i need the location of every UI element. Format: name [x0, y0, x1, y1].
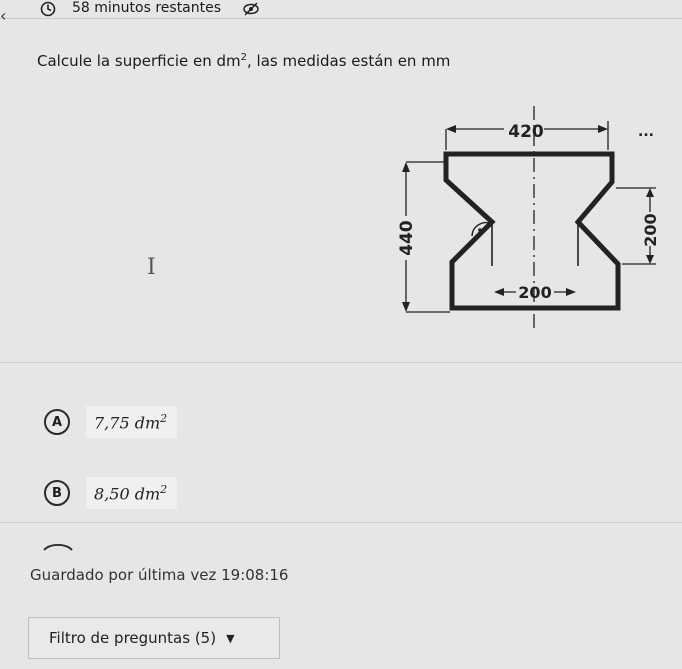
- option-b-value[interactable]: 8,50 dm2: [86, 477, 178, 510]
- eye-off-icon[interactable]: [242, 1, 260, 17]
- option-b-letter[interactable]: B: [44, 480, 70, 507]
- dim-bottom-label: 200: [518, 283, 551, 302]
- dim-right-label: 200: [641, 213, 660, 246]
- question-prefix: Calcule la superficie en dm: [37, 52, 241, 70]
- last-saved: Guardado por última vez 19:08:16: [30, 566, 288, 584]
- dim-top-label: 420: [508, 122, 544, 142]
- option-a-value[interactable]: 7,75 dm2: [86, 406, 178, 439]
- dim-left-label: 440: [397, 220, 417, 256]
- divider: [0, 362, 682, 363]
- option-a[interactable]: A 7,75 dm2: [44, 406, 178, 439]
- text-cursor-icon: I: [147, 255, 156, 280]
- saved-time: 19:08:16: [221, 566, 289, 584]
- section-figure: 420 ... 440 200 200: [397, 106, 660, 328]
- option-b[interactable]: B 8,50 dm2: [44, 477, 178, 510]
- time-remaining: 58 minutos restantes: [72, 0, 222, 16]
- timer-icon: [40, 1, 56, 17]
- question-filter-button[interactable]: Filtro de preguntas (5) ▼: [28, 617, 280, 659]
- option-a-letter[interactable]: A: [44, 409, 70, 436]
- top-bar: ‹ 58 minutos restantes: [0, 0, 682, 25]
- ellipsis-label: ...: [638, 124, 654, 140]
- divider: [0, 522, 682, 523]
- saved-label: Guardado por última vez: [30, 566, 217, 584]
- question-suffix: , las medidas están en mm: [247, 52, 451, 70]
- caret-down-icon: ▼: [226, 631, 235, 645]
- filter-label: Filtro de preguntas (5): [49, 629, 217, 647]
- question-text: Calcule la superficie en dm2, las medida…: [37, 52, 450, 70]
- chevron-left-icon[interactable]: ‹: [0, 6, 6, 25]
- option-c-partial-icon: [43, 543, 73, 551]
